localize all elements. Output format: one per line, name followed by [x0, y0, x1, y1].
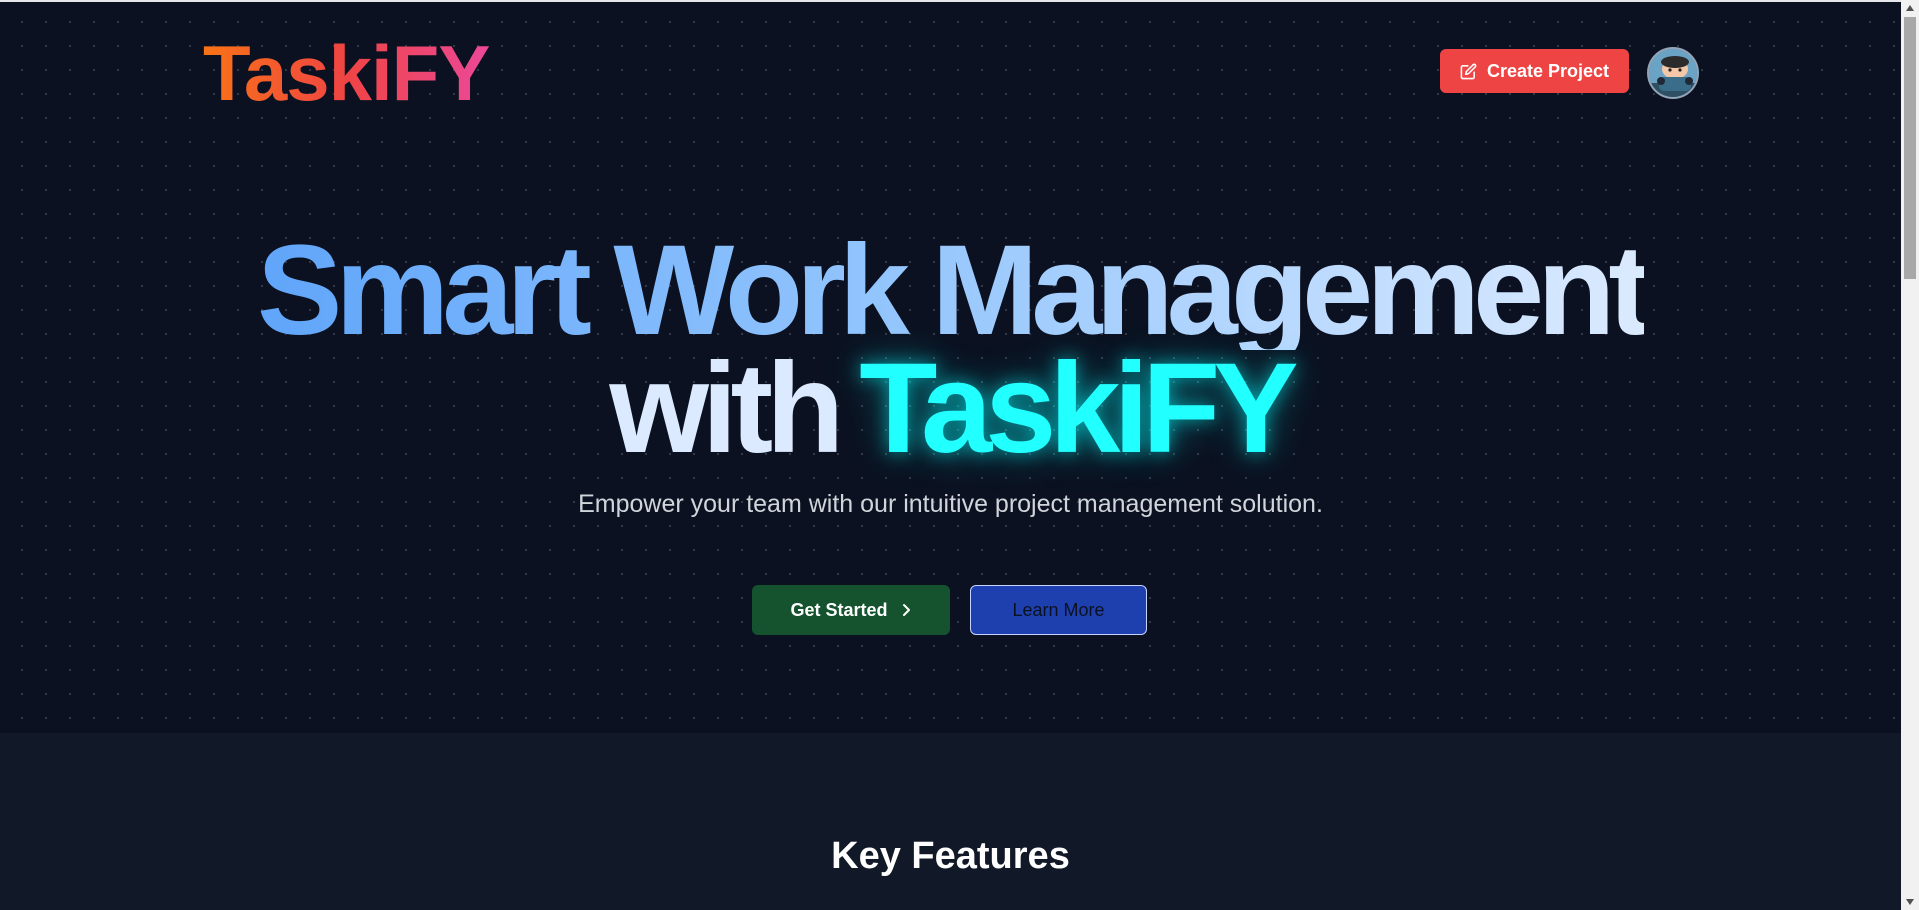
get-started-label: Get Started [790, 599, 888, 620]
page-viewport: TaskiFY Create Project Smart Work Manage… [0, 0, 1901, 910]
headline-with: with [609, 337, 844, 480]
headline-line-1: Smart Work Management [257, 219, 1651, 362]
create-project-button[interactable]: Create Project [1440, 49, 1629, 93]
user-avatar[interactable] [1647, 47, 1699, 99]
learn-more-button[interactable]: Learn More [970, 585, 1147, 635]
scroll-up-arrow-icon[interactable] [1901, 0, 1919, 16]
hero-headline: Smart Work Management with TaskiFY [0, 219, 1901, 480]
avatar-image [1649, 49, 1697, 97]
edit-square-icon [1460, 63, 1477, 79]
features-section: Key Features [0, 733, 1901, 910]
features-title: Key Features [831, 835, 1070, 877]
chevron-right-icon [902, 604, 910, 616]
vertical-scrollbar[interactable] [1901, 0, 1919, 910]
create-project-label: Create Project [1486, 60, 1610, 81]
hero-tagline: Empower your team with our intuitive pro… [578, 490, 1323, 518]
headline-brand: TaskiFY [859, 337, 1298, 480]
get-started-button[interactable]: Get Started [752, 585, 950, 635]
scroll-down-arrow-icon[interactable] [1901, 894, 1919, 910]
logo[interactable]: TaskiFY [203, 30, 490, 116]
hero-actions: Get Started Learn More [752, 585, 1147, 635]
headline-line-2: with TaskiFY [0, 337, 1901, 480]
scrollbar-thumb[interactable] [1904, 17, 1916, 279]
learn-more-label: Learn More [1012, 599, 1105, 620]
hero-section: TaskiFY Create Project Smart Work Manage… [0, 2, 1901, 733]
